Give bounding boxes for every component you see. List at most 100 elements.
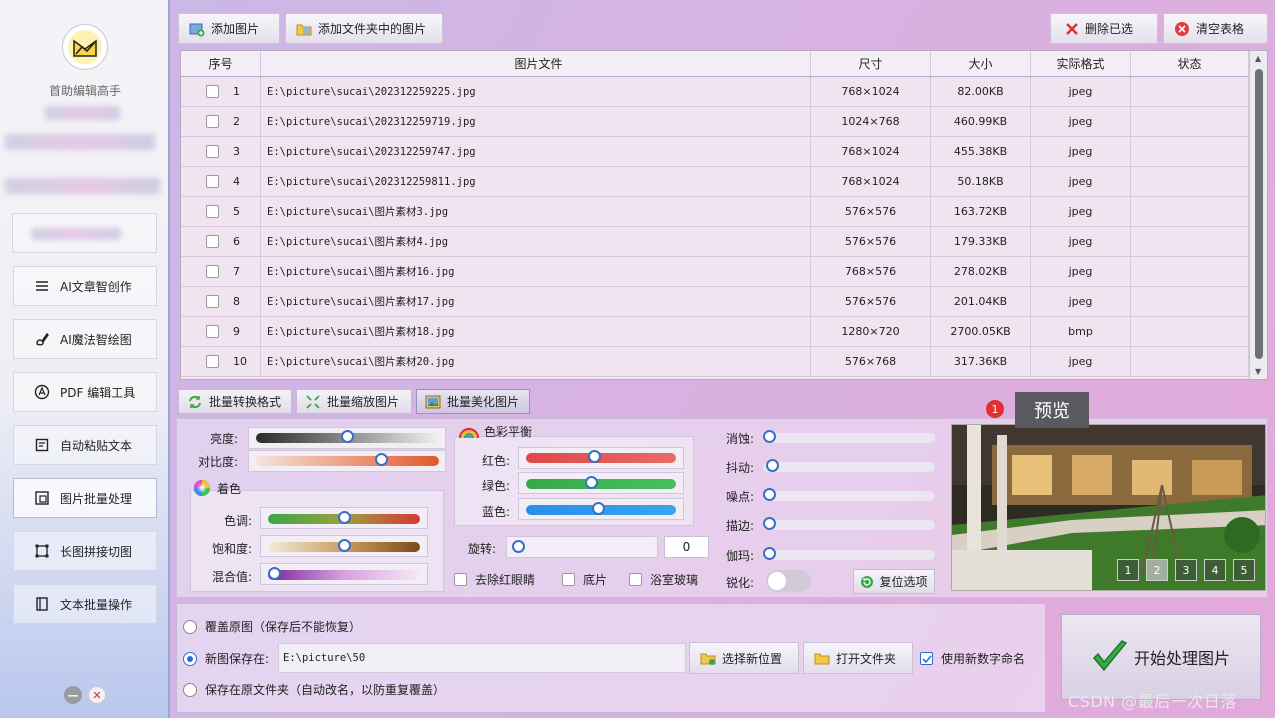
row-checkbox[interactable] — [206, 295, 219, 308]
image-table[interactable]: 序号 图片文件 尺寸 大小 实际格式 状态 1 E:\picture\sucai\… — [180, 50, 1268, 380]
header-index[interactable]: 序号 — [181, 51, 261, 76]
jitter-slider[interactable] — [763, 459, 935, 472]
close-icon[interactable]: ✕ — [88, 686, 106, 704]
row-checkbox[interactable] — [206, 325, 219, 338]
noise-label: 噪点: — [725, 490, 754, 504]
table-row[interactable]: 7 E:\picture\sucai\图片素材16.jpg 768×576 278.0… — [181, 257, 1249, 287]
original-folder-radio[interactable]: 保存在原文件夹（自动改名，以防重复覆盖） — [183, 681, 445, 698]
row-checkbox[interactable] — [206, 145, 219, 158]
saturation-slider[interactable] — [268, 539, 420, 552]
sidebar-item-ai-article[interactable]: AI文章智创作 — [13, 266, 157, 306]
new-path-radio[interactable]: 新图保存在: — [183, 650, 269, 667]
row-size: 576×576 — [811, 287, 931, 316]
header-status[interactable]: 状态 — [1131, 51, 1249, 76]
header-size[interactable]: 尺寸 — [811, 51, 931, 76]
row-checkbox[interactable] — [206, 355, 219, 368]
table-row[interactable]: 2 E:\picture\sucai\202312259719.jpg 1024×7… — [181, 107, 1249, 137]
sidebar-item-text-batch[interactable]: 文本批量操作 — [13, 584, 157, 624]
row-checkbox[interactable] — [206, 85, 219, 98]
row-format: jpeg — [1031, 107, 1131, 136]
preview-page-2[interactable]: 2 — [1146, 559, 1168, 581]
table-row[interactable]: 5 E:\picture\sucai\图片素材3.jpg 576×576 163.72… — [181, 197, 1249, 227]
table-row[interactable]: 9 E:\picture\sucai\图片素材18.jpg 1280×720 2700… — [181, 317, 1249, 347]
header-file[interactable]: 图片文件 — [261, 51, 811, 76]
preview-page-5[interactable]: 5 — [1233, 559, 1255, 581]
green-knob[interactable] — [584, 476, 598, 489]
row-bytes: 278.02KB — [931, 257, 1031, 286]
table-row[interactable]: 4 E:\picture\sucai\202312259811.jpg 768×10… — [181, 167, 1249, 197]
tab-convert-format[interactable]: 批量转换格式 — [178, 389, 292, 414]
add-folder-button[interactable]: 添加文件夹中的图片 — [285, 13, 443, 44]
frosted-glass-checkbox[interactable]: 浴室玻璃 — [629, 571, 698, 588]
green-label: 绿色: — [481, 479, 510, 493]
remove-redeye-checkbox[interactable]: 去除红眼睛 — [454, 571, 535, 588]
save-path-input[interactable]: E:\picture\50 — [278, 643, 686, 673]
table-row[interactable]: 6 E:\picture\sucai\图片素材4.jpg 576×576 179.33… — [181, 227, 1249, 257]
red-slider[interactable] — [526, 450, 676, 463]
mix-slider[interactable] — [268, 567, 420, 580]
mix-label: 混合值: — [211, 570, 252, 584]
brightness-slider[interactable] — [256, 430, 439, 443]
hue-knob[interactable] — [337, 511, 351, 524]
row-checkbox[interactable] — [206, 115, 219, 128]
sidebar-item-auto-paste[interactable]: 自动粘贴文本 — [13, 425, 157, 465]
reset-options-button[interactable]: 复位选项 — [853, 569, 935, 594]
noise-knob[interactable] — [763, 488, 776, 501]
scrollbar-thumb[interactable] — [1255, 69, 1263, 359]
table-row[interactable]: 10 E:\picture\sucai\图片素材20.jpg 576×768 317.… — [181, 347, 1249, 377]
add-image-button[interactable]: 添加图片 — [178, 13, 280, 44]
use-new-number-checkbox[interactable]: 使用新数字命名 — [920, 650, 1025, 667]
row-checkbox[interactable] — [206, 175, 219, 188]
minimize-icon[interactable]: — — [64, 686, 82, 704]
sidebar-item-pdf[interactable]: PDF 编辑工具 — [13, 372, 157, 412]
table-row[interactable]: 8 E:\picture\sucai\图片素材17.jpg 576×576 201.0… — [181, 287, 1249, 317]
preview-page-4[interactable]: 4 — [1204, 559, 1226, 581]
saturation-knob[interactable] — [337, 539, 351, 552]
rotate-input[interactable]: 0 — [664, 536, 709, 558]
blurred-username — [45, 106, 120, 120]
tab-resize[interactable]: 批量缩放图片 — [296, 389, 412, 414]
jitter-knob[interactable] — [766, 459, 780, 472]
row-status — [1131, 287, 1249, 316]
preview-page-3[interactable]: 3 — [1175, 559, 1197, 581]
rotate-knob[interactable] — [512, 540, 525, 553]
choose-location-button[interactable]: 选择新位置 — [689, 642, 799, 674]
gamma-slider[interactable] — [763, 547, 935, 560]
row-checkbox[interactable] — [206, 205, 219, 218]
gamma-knob[interactable] — [763, 547, 776, 560]
rotate-slider[interactable] — [512, 540, 650, 553]
outline-slider[interactable] — [763, 517, 935, 530]
clear-table-button[interactable]: 清空表格 — [1163, 13, 1268, 44]
contrast-knob[interactable] — [375, 453, 388, 466]
table-row[interactable]: 3 E:\picture\sucai\202312259747.jpg 768×10… — [181, 137, 1249, 167]
blue-slider[interactable] — [526, 502, 676, 515]
sharpen-toggle[interactable] — [766, 570, 811, 592]
sidebar-item-long-image[interactable]: 长图拼接切图 — [13, 531, 157, 571]
row-checkbox[interactable] — [206, 235, 219, 248]
hue-slider[interactable] — [268, 511, 420, 524]
tab-beautify[interactable]: 批量美化图片 — [416, 389, 530, 414]
green-slider[interactable] — [526, 476, 676, 489]
preview-page-1[interactable]: 1 — [1117, 559, 1139, 581]
table-row[interactable]: 1 E:\picture\sucai\202312259225.jpg 768×10… — [181, 77, 1249, 107]
outline-knob[interactable] — [763, 517, 776, 530]
header-bytes[interactable]: 大小 — [931, 51, 1031, 76]
row-checkbox[interactable] — [206, 265, 219, 278]
open-folder-button[interactable]: 打开文件夹 — [803, 642, 913, 674]
negative-checkbox[interactable]: 底片 — [562, 571, 607, 588]
sidebar-item-image-batch[interactable]: 图片批量处理 — [13, 478, 157, 518]
table-scrollbar[interactable]: ▲ ▼ — [1249, 51, 1267, 379]
erode-slider[interactable] — [763, 430, 935, 443]
header-format[interactable]: 实际格式 — [1031, 51, 1131, 76]
brightness-knob[interactable] — [341, 430, 354, 443]
contrast-slider[interactable] — [256, 453, 439, 466]
sidebar-item-ai-draw[interactable]: AI魔法智绘图 — [13, 319, 157, 359]
mix-knob[interactable] — [268, 567, 281, 580]
account-box[interactable] — [12, 213, 157, 253]
delete-selected-button[interactable]: 删除已选 — [1050, 13, 1158, 44]
red-knob[interactable] — [587, 450, 601, 463]
blue-knob[interactable] — [591, 502, 605, 515]
noise-slider[interactable] — [763, 488, 935, 501]
overwrite-radio[interactable]: 覆盖原图（保存后不能恢复） — [183, 618, 361, 635]
erode-knob[interactable] — [763, 430, 776, 443]
